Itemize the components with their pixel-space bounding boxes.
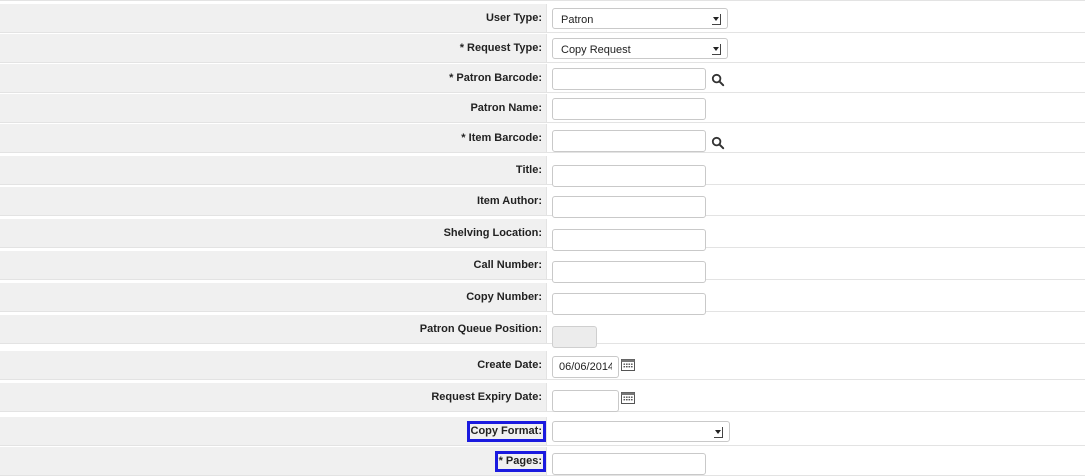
item-author-input[interactable] (552, 196, 706, 218)
user-type-label: User Type: (485, 12, 542, 24)
call-number-label: Call Number: (473, 259, 542, 271)
patron-barcode-input[interactable] (552, 68, 706, 90)
item-barcode-label: * Item Barcode: (461, 132, 542, 144)
row-create-date: Create Date: (0, 351, 1085, 380)
copy-format-select[interactable] (552, 421, 730, 442)
copy-format-label: Copy Format: (466, 421, 546, 442)
create-date-input[interactable] (552, 356, 619, 378)
chevron-down-icon (714, 427, 723, 438)
search-icon[interactable] (711, 73, 725, 87)
row-copy-number: Copy Number: (0, 283, 1085, 315)
row-user-type: User Type: Patron (0, 4, 1085, 33)
row-patron-queue-position: Patron Queue Position: (0, 315, 1085, 348)
row-item-author: Item Author: (0, 187, 1085, 218)
calendar-icon[interactable] (621, 391, 635, 404)
create-date-label: Create Date: (477, 359, 542, 371)
row-request-type: * Request Type: Copy Request (0, 34, 1085, 63)
chevron-down-icon (712, 14, 721, 25)
calendar-icon[interactable] (621, 358, 635, 371)
shelving-location-label: Shelving Location: (443, 227, 542, 239)
row-pages: * Pages: (0, 447, 1085, 476)
pages-label: * Pages: (494, 451, 547, 472)
search-icon[interactable] (711, 136, 725, 150)
pages-input[interactable] (552, 453, 706, 475)
copy-number-input[interactable] (552, 293, 706, 315)
request-form: User Type: Patron * Request Type: Copy R… (0, 0, 1085, 476)
row-call-number: Call Number: (0, 251, 1085, 283)
request-type-value: Copy Request (561, 44, 631, 56)
title-input[interactable] (552, 165, 706, 187)
row-patron-name: Patron Name: (0, 94, 1085, 123)
row-item-barcode: * Item Barcode: (0, 124, 1085, 153)
row-shelving-location: Shelving Location: (0, 219, 1085, 251)
request-type-label: * Request Type: (459, 42, 542, 54)
shelving-location-input[interactable] (552, 229, 706, 251)
row-request-expiry-date: Request Expiry Date: (0, 383, 1085, 412)
request-type-select[interactable]: Copy Request (552, 38, 728, 59)
patron-queue-position-input (552, 326, 597, 348)
request-expiry-date-input[interactable] (552, 390, 619, 412)
patron-name-label: Patron Name: (470, 102, 542, 114)
row-patron-barcode: * Patron Barcode: (0, 64, 1085, 93)
user-type-select[interactable]: Patron (552, 8, 728, 29)
request-expiry-date-label: Request Expiry Date: (431, 391, 542, 403)
chevron-down-icon (712, 44, 721, 55)
item-barcode-input[interactable] (552, 130, 706, 152)
row-copy-format: Copy Format: (0, 417, 1085, 446)
title-label: Title: (515, 164, 542, 176)
call-number-input[interactable] (552, 261, 706, 283)
patron-name-input[interactable] (552, 98, 706, 120)
patron-barcode-label: * Patron Barcode: (449, 72, 542, 84)
copy-number-label: Copy Number: (466, 291, 542, 303)
item-author-label: Item Author: (477, 195, 542, 207)
user-type-value: Patron (561, 14, 594, 26)
row-title: Title: (0, 156, 1085, 187)
patron-queue-position-label: Patron Queue Position: (419, 323, 542, 335)
